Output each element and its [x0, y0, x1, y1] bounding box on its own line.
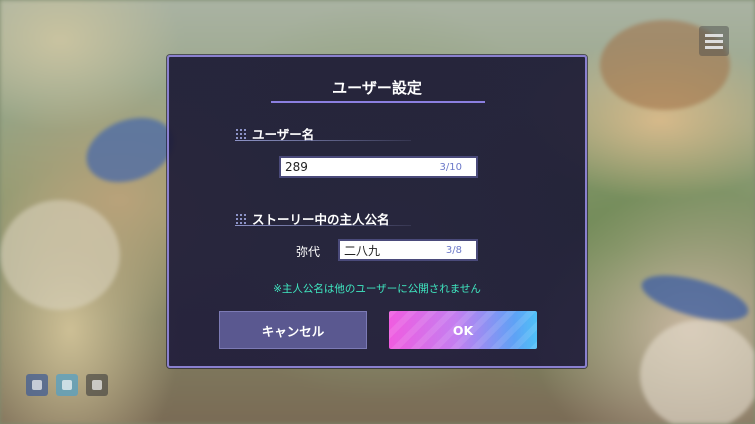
- dialog-title: ユーザー設定: [332, 79, 422, 97]
- bottom-icon-3[interactable]: [86, 374, 108, 396]
- user-settings-dialog: ユーザー設定 ユーザー名 289 3/10 ストーリー中の主人公名 弥代 二八九…: [167, 55, 587, 368]
- protagonist-surname: 弥代: [296, 245, 321, 259]
- bottom-icon-2[interactable]: [56, 374, 78, 396]
- ok-button[interactable]: OK: [389, 311, 537, 349]
- bottom-icon-1[interactable]: [26, 374, 48, 396]
- privacy-note: ※主人公名は他のユーザーに公開されません: [273, 283, 481, 295]
- menu-icon[interactable]: [699, 26, 729, 56]
- protagonist-name-value: 二八九: [344, 243, 381, 258]
- username-section-line: [235, 140, 411, 141]
- title-underline: [271, 101, 485, 103]
- protagonist-name-input[interactable]: 二八九 3/8: [338, 239, 478, 261]
- protagonist-name-counter: 3/8: [445, 244, 462, 256]
- bottom-toolbar: [26, 374, 108, 396]
- username-input[interactable]: 289 3/10: [279, 156, 478, 178]
- cancel-button[interactable]: キャンセル: [219, 311, 367, 349]
- username-value: 289: [285, 160, 308, 174]
- ok-button-label: OK: [452, 322, 474, 338]
- protagonist-section-line: [235, 225, 411, 226]
- grid-icon: [235, 127, 247, 140]
- username-counter: 3/10: [439, 161, 462, 173]
- grid-icon: [235, 212, 247, 225]
- cancel-button-label: キャンセル: [261, 323, 325, 339]
